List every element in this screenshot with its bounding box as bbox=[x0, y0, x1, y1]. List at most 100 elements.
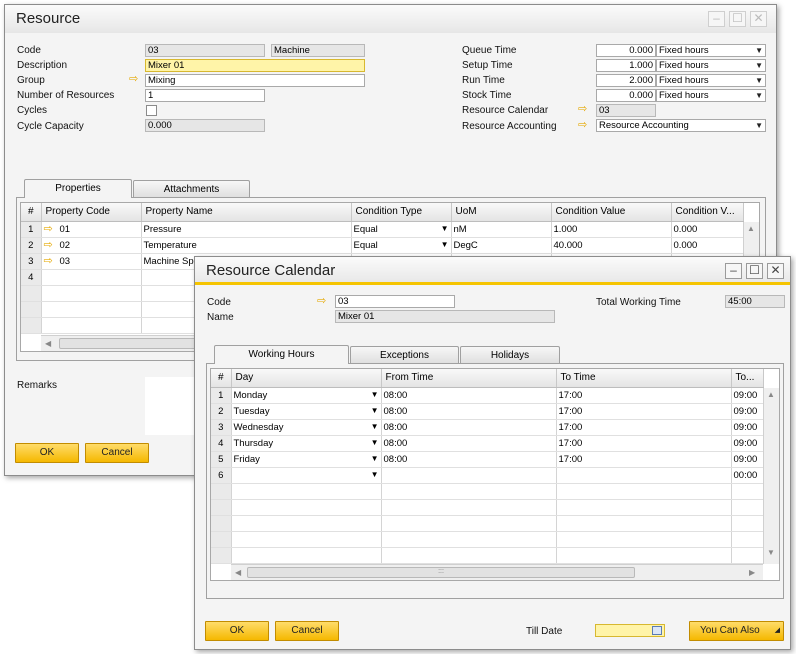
calendar-code-field[interactable]: 03 bbox=[335, 295, 455, 308]
dropdown-icon[interactable]: ▼ bbox=[371, 438, 379, 447]
cancel-button[interactable]: Cancel bbox=[85, 443, 149, 463]
to-time-cell[interactable]: 17:00 bbox=[556, 419, 732, 436]
scroll-up-icon[interactable]: ▲ bbox=[747, 224, 755, 233]
col-header-property-name[interactable]: Property Name bbox=[141, 203, 352, 222]
minimize-icon[interactable]: – bbox=[725, 263, 742, 279]
table-row[interactable]: 2 Tuesday ▼ 08:00 17:00 09:00 bbox=[211, 403, 764, 420]
tab-attachments[interactable]: Attachments bbox=[133, 180, 250, 198]
table-row[interactable] bbox=[211, 547, 764, 564]
day-cell[interactable]: Thursday ▼ bbox=[231, 435, 382, 452]
you-can-also-button[interactable]: You Can Also ◢ bbox=[689, 621, 784, 641]
to-time-2-cell[interactable]: 09:00 bbox=[731, 419, 764, 436]
dropdown-icon[interactable]: ▼ bbox=[371, 406, 379, 415]
row-number[interactable] bbox=[211, 531, 232, 548]
scroll-down-icon[interactable]: ▼ bbox=[767, 548, 775, 557]
minimize-icon[interactable]: – bbox=[708, 11, 725, 27]
group-field[interactable]: Mixing bbox=[145, 74, 365, 87]
row-number[interactable]: 3 bbox=[211, 419, 232, 436]
col-header-condition-type[interactable]: Condition Type bbox=[351, 203, 452, 222]
dropdown-icon[interactable]: ▼ bbox=[755, 45, 763, 56]
property-code-cell[interactable] bbox=[41, 269, 142, 286]
day-cell[interactable]: Wednesday ▼ bbox=[231, 419, 382, 436]
dropdown-icon[interactable]: ▼ bbox=[755, 75, 763, 86]
link-arrow-icon[interactable]: ⇨ bbox=[44, 239, 58, 251]
row-number[interactable]: 4 bbox=[21, 269, 42, 286]
dropdown-icon[interactable]: ◢ bbox=[775, 622, 780, 640]
col-header-to-time[interactable]: To Time bbox=[556, 369, 732, 388]
col-header-condition-value-2[interactable]: Condition V... bbox=[671, 203, 744, 222]
run-time-field[interactable]: 2.000 bbox=[596, 74, 656, 87]
col-header-num[interactable]: # bbox=[211, 369, 232, 388]
scroll-left-icon[interactable]: ◀ bbox=[45, 339, 51, 348]
dropdown-icon[interactable]: ▼ bbox=[441, 240, 449, 249]
col-header-uom[interactable]: UoM bbox=[451, 203, 552, 222]
close-icon[interactable]: ✕ bbox=[767, 263, 784, 279]
from-time-cell[interactable]: 08:00 bbox=[381, 451, 557, 468]
row-number[interactable] bbox=[211, 499, 232, 516]
col-header-from-time[interactable]: From Time bbox=[381, 369, 557, 388]
ok-button[interactable]: OK bbox=[205, 621, 269, 641]
queue-unit-select[interactable]: Fixed hours ▼ bbox=[656, 44, 766, 57]
day-cell[interactable]: Monday ▼ bbox=[231, 387, 382, 404]
resource-titlebar[interactable]: Resource – ☐ ✕ bbox=[5, 5, 776, 33]
row-number[interactable]: 2 bbox=[211, 403, 232, 420]
dropdown-icon[interactable]: ▼ bbox=[371, 470, 379, 479]
to-time-cell[interactable]: 17:00 bbox=[556, 403, 732, 420]
table-row[interactable]: 6 ▼ 00:00 bbox=[211, 467, 764, 484]
uom-cell[interactable]: nM bbox=[451, 221, 552, 238]
dropdown-icon[interactable]: ▼ bbox=[371, 454, 379, 463]
from-time-cell[interactable]: 08:00 bbox=[381, 435, 557, 452]
condition-type-cell[interactable]: Equal ▼ bbox=[351, 221, 452, 238]
property-code-cell[interactable]: ⇨ 03 bbox=[41, 253, 142, 270]
to-time-2-cell[interactable]: 09:00 bbox=[731, 451, 764, 468]
setup-unit-select[interactable]: Fixed hours ▼ bbox=[656, 59, 766, 72]
to-time-2-cell[interactable]: 09:00 bbox=[731, 403, 764, 420]
table-row[interactable] bbox=[211, 499, 764, 516]
tab-holidays[interactable]: Holidays bbox=[460, 346, 560, 364]
scroll-up-icon[interactable]: ▲ bbox=[767, 390, 775, 399]
property-name-cell[interactable]: Pressure bbox=[141, 221, 352, 238]
accounting-select[interactable]: Resource Accounting ▼ bbox=[596, 119, 766, 132]
description-field[interactable]: Mixer 01 bbox=[145, 59, 365, 72]
table-row[interactable] bbox=[211, 515, 764, 532]
tab-exceptions[interactable]: Exceptions bbox=[350, 346, 459, 364]
cancel-button[interactable]: Cancel bbox=[275, 621, 339, 641]
condition-value-cell[interactable]: 40.000 bbox=[551, 237, 672, 254]
row-number[interactable]: 1 bbox=[21, 221, 42, 238]
tab-properties[interactable]: Properties bbox=[24, 179, 132, 198]
row-number[interactable]: 3 bbox=[21, 253, 42, 270]
link-arrow-icon[interactable]: ⇨ bbox=[578, 120, 592, 131]
stock-time-field[interactable]: 0.000 bbox=[596, 89, 656, 102]
condition-value-2-cell[interactable]: 0.000 bbox=[671, 221, 744, 238]
link-arrow-icon[interactable]: ⇨ bbox=[44, 255, 58, 267]
table-row[interactable]: 2 ⇨ 02 Temperature Equal ▼ DegC 40.000 0.0… bbox=[21, 237, 744, 254]
to-time-2-cell[interactable]: 00:00 bbox=[731, 467, 764, 484]
scroll-thumb[interactable]: ::: bbox=[247, 567, 635, 578]
working-hours-horizontal-scrollbar[interactable]: ◀ ::: ▶ bbox=[231, 564, 763, 580]
link-arrow-icon[interactable]: ⇨ bbox=[578, 104, 592, 115]
row-number[interactable] bbox=[211, 547, 232, 564]
row-number[interactable]: 6 bbox=[211, 467, 232, 484]
dropdown-icon[interactable]: ▼ bbox=[755, 120, 763, 131]
col-header-property-code[interactable]: Property Code bbox=[41, 203, 142, 222]
to-time-2-cell[interactable]: 09:00 bbox=[731, 435, 764, 452]
day-cell[interactable]: Tuesday ▼ bbox=[231, 403, 382, 420]
close-icon[interactable]: ✕ bbox=[750, 11, 767, 27]
tab-working-hours[interactable]: Working Hours bbox=[214, 345, 349, 364]
ok-button[interactable]: OK bbox=[15, 443, 79, 463]
dropdown-icon[interactable]: ▼ bbox=[371, 390, 379, 399]
row-number[interactable] bbox=[21, 317, 42, 334]
table-row[interactable] bbox=[211, 531, 764, 548]
queue-time-field[interactable]: 0.000 bbox=[596, 44, 656, 57]
day-cell[interactable]: Friday ▼ bbox=[231, 451, 382, 468]
to-time-2-cell[interactable]: 09:00 bbox=[731, 387, 764, 404]
from-time-cell[interactable]: 08:00 bbox=[381, 403, 557, 420]
setup-time-field[interactable]: 1.000 bbox=[596, 59, 656, 72]
dropdown-icon[interactable]: ▼ bbox=[441, 224, 449, 233]
row-number[interactable]: 1 bbox=[211, 387, 232, 404]
from-time-cell[interactable] bbox=[381, 467, 557, 484]
condition-value-2-cell[interactable]: 0.000 bbox=[671, 237, 744, 254]
condition-value-cell[interactable]: 1.000 bbox=[551, 221, 672, 238]
maximize-icon[interactable]: ☐ bbox=[729, 11, 746, 27]
condition-type-cell[interactable]: Equal ▼ bbox=[351, 237, 452, 254]
